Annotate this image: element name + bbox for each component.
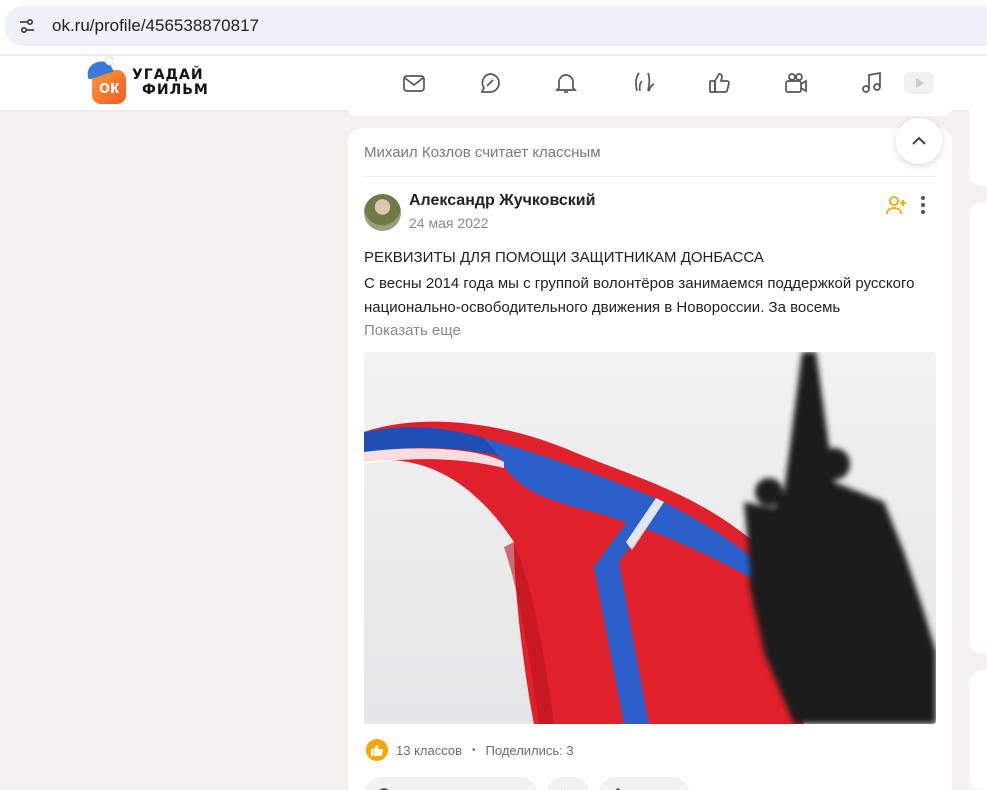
previous-card-edge	[348, 108, 952, 116]
video-icon[interactable]	[904, 72, 934, 94]
post-stats: 13 классов • Поделились: 3	[366, 738, 574, 762]
chat-icon[interactable]	[476, 69, 504, 97]
chevron-up-icon	[912, 136, 926, 145]
logo-line-1: УГАДАЙ	[132, 67, 204, 83]
liked-by-line[interactable]: Михаил Козлов считает классным	[364, 144, 601, 161]
more-options-icon[interactable]	[914, 194, 932, 216]
shares-count[interactable]: Поделились: 3	[486, 743, 574, 758]
post-date[interactable]: 24 мая 2022	[409, 215, 489, 231]
sidebar-card	[969, 110, 987, 186]
logo-line-2: ФИЛЬМ	[142, 82, 209, 98]
browser-toolbar: ok.ru/profile/456538870817	[0, 0, 987, 55]
ok-logo[interactable]: ок УГАДАЙ ФИЛЬМ	[84, 58, 210, 104]
post-image[interactable]	[364, 352, 936, 724]
url-text[interactable]: ok.ru/profile/456538870817	[52, 16, 259, 36]
music-icon[interactable]	[858, 69, 886, 97]
share-button[interactable]	[546, 777, 590, 790]
address-bar[interactable]: ok.ru/profile/456538870817	[4, 6, 987, 46]
site-settings-icon[interactable]	[14, 13, 40, 39]
like-count-icon[interactable]	[366, 739, 388, 761]
add-friend-icon[interactable]	[886, 194, 908, 216]
post-title: РЕКВИЗИТЫ ДЛЯ ПОМОЩИ ЗАЩИТНИКАМ ДОНБАССА	[364, 249, 764, 266]
video-camera-icon[interactable]	[782, 69, 810, 97]
site-header: ок УГАДАЙ ФИЛЬМ	[0, 56, 987, 110]
show-more-link[interactable]: Показать еще	[364, 322, 461, 339]
post-author[interactable]: Александр Жучковский	[409, 192, 595, 210]
sidebar-card	[969, 670, 987, 790]
comment-button[interactable]	[364, 777, 538, 790]
like-icon[interactable]	[706, 69, 734, 97]
mail-icon[interactable]	[400, 69, 428, 97]
collapse-button[interactable]	[896, 118, 942, 164]
logo-text: УГАДАЙ ФИЛЬМ	[132, 68, 209, 98]
post-text: С весны 2014 года мы с группой волонтёро…	[364, 275, 915, 316]
sidebar-card	[969, 202, 987, 654]
avatar[interactable]	[364, 194, 401, 231]
separator-dot: •	[472, 744, 476, 756]
class-button[interactable]	[598, 777, 690, 790]
divider	[364, 176, 936, 177]
bell-icon[interactable]	[552, 69, 580, 97]
guests-icon[interactable]	[630, 69, 658, 97]
feed-post-card: Михаил Козлов считает классным Александр…	[348, 128, 952, 790]
likes-count[interactable]: 13 классов	[396, 743, 462, 758]
